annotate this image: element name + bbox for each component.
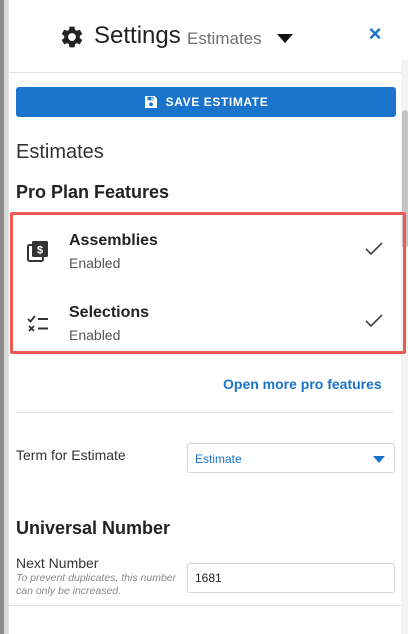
caret-down-icon	[373, 456, 385, 463]
term-label: Term for Estimate	[16, 447, 126, 463]
term-selected-value: Estimate	[195, 452, 242, 466]
panel-header: Settings Estimates ×	[9, 0, 401, 72]
check-icon	[365, 314, 383, 328]
feature-status: Enabled	[69, 255, 121, 271]
feature-item-selections[interactable]: Selections Enabled	[13, 290, 403, 358]
section-divider	[16, 412, 394, 413]
feature-status: Enabled	[69, 327, 121, 343]
pro-features-title: Pro Plan Features	[16, 182, 170, 202]
bottom-divider	[9, 605, 401, 606]
panel-title: Settings	[94, 22, 181, 49]
open-more-pro-features-link[interactable]: Open more pro features	[223, 376, 382, 392]
svg-text:$: $	[37, 245, 43, 257]
check-icon	[365, 242, 383, 256]
feature-name: Assemblies	[69, 232, 158, 249]
save-estimate-label: SAVE ESTIMATE	[165, 95, 269, 109]
assemblies-icon: $	[27, 241, 48, 262]
selections-icon	[27, 315, 48, 332]
gear-icon	[61, 26, 83, 48]
next-number-input[interactable]	[187, 563, 395, 593]
close-icon[interactable]: ×	[363, 20, 387, 48]
next-number-help: To prevent duplicates, this number can o…	[16, 572, 177, 597]
settings-panel: Settings Estimates × SAVE ESTIMATE Estim…	[8, 0, 408, 634]
next-number-label: Next Number	[16, 555, 99, 571]
universal-number-title: Universal Number	[16, 518, 171, 538]
floppy-disk-icon	[144, 96, 157, 108]
save-estimate-button[interactable]: SAVE ESTIMATE	[16, 87, 396, 117]
header-divider	[9, 72, 401, 73]
panel-subtitle[interactable]: Estimates	[187, 29, 262, 49]
term-select[interactable]: Estimate	[187, 443, 395, 473]
feature-item-assemblies[interactable]: $ Assemblies Enabled	[13, 218, 403, 286]
caret-down-icon[interactable]	[277, 34, 293, 43]
feature-name: Selections	[69, 304, 150, 321]
section-title: Estimates	[16, 141, 104, 163]
